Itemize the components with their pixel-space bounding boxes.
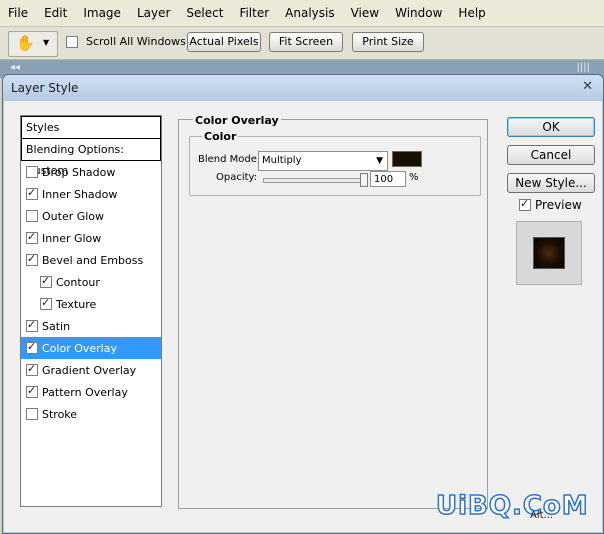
style-checkbox[interactable] xyxy=(26,340,38,354)
layer-style-dialog: Layer Style ✕ Styles Blending Options: C… xyxy=(2,74,604,534)
panel-grip-icon[interactable]: |||| xyxy=(577,62,590,73)
new-style-button[interactable]: New Style... xyxy=(507,173,595,193)
opacity-label: Opacity: xyxy=(216,172,258,183)
style-item-label: Satin xyxy=(42,319,71,333)
section-title: Color Overlay xyxy=(193,114,281,127)
opacity-input[interactable]: 100 xyxy=(370,171,406,187)
menu-bar: File Edit Image Layer Select Filter Analysis Vi… xyxy=(0,0,604,27)
chevron-down-icon: ▼ xyxy=(376,156,383,166)
menu-window[interactable]: Window xyxy=(387,0,450,26)
style-item-label: Inner Glow xyxy=(42,231,102,245)
opacity-slider[interactable] xyxy=(263,173,368,187)
style-item-pattern-overlay[interactable]: Pattern Overlay xyxy=(21,381,161,403)
style-checkbox[interactable] xyxy=(40,274,52,288)
collapse-left-icon[interactable]: ◂◂ xyxy=(10,62,20,73)
ok-button[interactable]: OK xyxy=(507,117,595,137)
preview-thumbnail xyxy=(534,238,564,268)
style-item-satin[interactable]: Satin xyxy=(21,315,161,337)
style-item-gradient-overlay[interactable]: Gradient Overlay xyxy=(21,359,161,381)
style-checkbox[interactable] xyxy=(26,384,38,398)
cancel-button[interactable]: Cancel xyxy=(507,145,595,165)
style-item-label: Outer Glow xyxy=(42,209,105,223)
style-checkbox[interactable] xyxy=(26,252,38,266)
menu-analysis[interactable]: Analysis xyxy=(277,0,342,26)
opacity-unit: % xyxy=(409,172,419,183)
menu-file[interactable]: File xyxy=(0,0,36,26)
menu-edit[interactable]: Edit xyxy=(36,0,75,26)
chevron-down-icon[interactable]: ▼ xyxy=(43,38,49,47)
scroll-all-windows-check[interactable] xyxy=(66,35,78,48)
menu-view[interactable]: View xyxy=(343,0,387,26)
style-item-stroke[interactable]: Stroke xyxy=(21,403,161,425)
style-item-label: Inner Shadow xyxy=(42,187,118,201)
status-text: Alt... xyxy=(530,510,554,521)
style-checkbox[interactable] xyxy=(40,296,52,310)
style-item-color-overlay[interactable]: Color Overlay xyxy=(21,337,161,359)
style-item-label: Pattern Overlay xyxy=(42,385,128,399)
style-checkbox[interactable] xyxy=(26,210,38,222)
color-overlay-panel: Color Overlay Color Blend Mode: Multiply… xyxy=(178,114,488,509)
style-item-label: Stroke xyxy=(42,407,78,421)
scroll-all-windows-checkbox[interactable]: Scroll All Windows xyxy=(66,35,186,48)
style-item-label: Gradient Overlay xyxy=(42,363,137,377)
menu-filter[interactable]: Filter xyxy=(231,0,277,26)
options-bar: ✋ ▼ Scroll All Windows Actual Pixels Fit… xyxy=(0,27,604,60)
style-item-label: Color Overlay xyxy=(42,341,117,355)
blend-mode-select[interactable]: Multiply ▼ xyxy=(258,151,388,171)
opacity-slider-thumb[interactable] xyxy=(360,173,368,187)
blend-mode-label: Blend Mode: xyxy=(198,154,261,165)
styles-header[interactable]: Styles xyxy=(21,116,161,139)
color-group: Color Blend Mode: Multiply ▼ Opacity: 10… xyxy=(189,130,481,196)
styles-list: Styles Blending Options: Custom Drop Sha… xyxy=(20,115,162,507)
style-item-texture[interactable]: Texture xyxy=(21,293,161,315)
close-icon[interactable]: ✕ xyxy=(582,79,593,94)
style-item-inner-shadow[interactable]: Inner Shadow xyxy=(21,183,161,205)
scroll-all-windows-label: Scroll All Windows xyxy=(86,35,186,48)
menu-layer[interactable]: Layer xyxy=(129,0,178,26)
hand-icon: ✋ xyxy=(16,34,35,52)
dialog-title: Layer Style xyxy=(11,81,79,95)
overlay-color-swatch[interactable] xyxy=(392,151,422,167)
actual-pixels-button[interactable]: Actual Pixels xyxy=(187,32,261,52)
style-item-label: Bevel and Emboss xyxy=(42,253,144,267)
style-checkbox[interactable] xyxy=(26,408,38,420)
preview-box xyxy=(516,221,582,285)
style-checkbox[interactable] xyxy=(26,230,38,244)
style-item-contour[interactable]: Contour xyxy=(21,271,161,293)
style-checkbox[interactable] xyxy=(26,318,38,332)
style-item-label: Texture xyxy=(56,297,97,311)
preview-checkbox[interactable]: Preview xyxy=(519,197,582,212)
style-item-bevel-and-emboss[interactable]: Bevel and Emboss xyxy=(21,249,161,271)
blend-mode-value: Multiply xyxy=(262,155,302,166)
style-item-label: Drop Shadow xyxy=(42,165,116,179)
style-item-inner-glow[interactable]: Inner Glow xyxy=(21,227,161,249)
hand-tool-button[interactable]: ✋ ▼ xyxy=(8,31,58,57)
preview-label: Preview xyxy=(535,198,582,212)
menu-help[interactable]: Help xyxy=(450,0,493,26)
print-size-button[interactable]: Print Size xyxy=(352,32,424,52)
style-checkbox[interactable] xyxy=(26,166,38,178)
style-checkbox[interactable] xyxy=(26,362,38,376)
style-checkbox[interactable] xyxy=(26,186,38,200)
dialog-titlebar[interactable]: Layer Style ✕ xyxy=(3,75,603,101)
menu-image[interactable]: Image xyxy=(75,0,129,26)
blending-options-header[interactable]: Blending Options: Custom xyxy=(21,139,161,177)
group-title: Color xyxy=(202,130,239,143)
watermark: UiBQ.CoM xyxy=(435,490,589,522)
fit-screen-button[interactable]: Fit Screen xyxy=(269,32,343,52)
menu-select[interactable]: Select xyxy=(178,0,231,26)
style-item-label: Contour xyxy=(56,275,100,289)
preview-check[interactable] xyxy=(519,197,531,211)
style-item-outer-glow[interactable]: Outer Glow xyxy=(21,205,161,227)
